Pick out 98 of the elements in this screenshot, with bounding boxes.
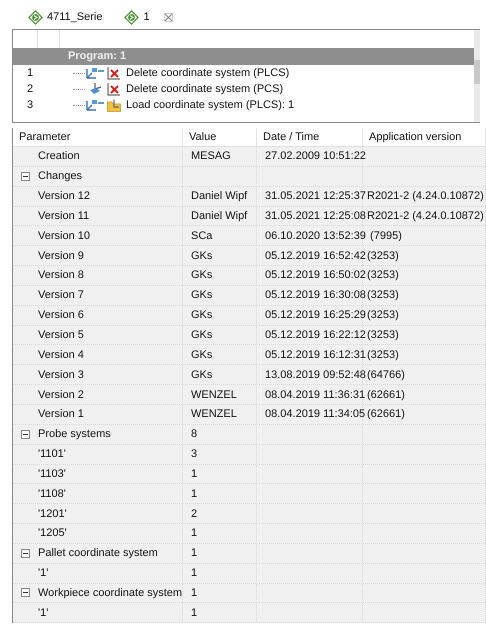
column-header[interactable]: Application version — [363, 128, 486, 146]
delete-axes-icon — [107, 82, 121, 96]
table-cell: 05.12.2019 16:25:29 — [265, 309, 366, 322]
table-cell: (62661) — [367, 408, 405, 420]
pallet-system-icon — [85, 66, 105, 80]
program-step[interactable]: Delete coordinate system (PLCS) — [126, 67, 290, 79]
parameter-name: Version 1 — [38, 408, 84, 420]
parameter-name: Version 8 — [38, 269, 84, 282]
parameter-name: Version 12 — [38, 190, 90, 202]
table-cell: Daniel Wipf — [191, 190, 248, 202]
table-cell: (64766) — [367, 368, 405, 381]
table-cell-text: (7995) — [369, 230, 402, 242]
table-cell: 13.08.2019 09:52:48 — [265, 368, 366, 381]
table-cell: 31.05.2021 12:25:37 — [265, 190, 366, 202]
parameter-name: '1205' — [38, 527, 67, 540]
parameter-name: Changes — [38, 170, 82, 182]
program-step[interactable]: Load coordinate system (PLCS): 1 — [126, 99, 294, 111]
table-cell: 05.12.2019 16:22:12 — [265, 329, 366, 342]
table-cell: SCa — [191, 230, 212, 242]
parameter-name: Version 4 — [38, 348, 84, 361]
delete-axes-icon — [107, 66, 121, 80]
parameter-name: Version 2 — [38, 388, 84, 401]
diamond-arrow-icon — [124, 10, 140, 24]
table-cell: 08.04.2019 11:34:05 — [265, 408, 366, 420]
table-cell: 27.02.2009 10:51:22 — [265, 150, 366, 162]
table-cell: GKs — [191, 329, 212, 342]
table-cell: R2021-2 (4.24.0.10872) — [367, 190, 484, 202]
table-cell: GKs — [191, 269, 212, 282]
table-cell: 8 — [191, 428, 198, 440]
parameter-name: '1' — [38, 606, 48, 619]
table-cell: GKs — [191, 289, 212, 302]
table-cell: 05.12.2019 16:50:02 — [265, 269, 366, 282]
editor-tab[interactable]: 1 — [124, 8, 173, 26]
table-cell: GKs — [191, 309, 212, 322]
table-cell: 1 — [191, 488, 198, 500]
parameter-name: '1201' — [38, 508, 67, 520]
table-cell: (3253) — [367, 250, 399, 262]
parameter-name: '1108' — [38, 488, 66, 500]
scrollbar[interactable] — [474, 30, 480, 122]
table-cell: (3253) — [367, 348, 399, 361]
line-number: 3 — [26, 99, 34, 111]
table-cell: 1 — [191, 606, 198, 619]
collapse-icon[interactable] — [21, 430, 30, 439]
table-cell: 3 — [191, 448, 198, 460]
table-cell: 1 — [191, 547, 198, 560]
collapse-icon[interactable] — [21, 588, 30, 598]
program-step[interactable]: Delete coordinate system (PCS) — [126, 83, 284, 95]
table-cell: R2021-2 (4.24.0.10872) — [367, 210, 484, 222]
table-cell: 05.12.2019 16:52:42 — [265, 250, 366, 262]
collapse-icon[interactable] — [21, 172, 30, 181]
parameter-name: Version 5 — [38, 329, 84, 342]
parameter-name: Probe systems — [38, 428, 111, 440]
table-cell: 31.05.2021 12:25:08 — [265, 210, 366, 222]
table-cell: 08.04.2019 11:36:31 — [265, 388, 366, 401]
table-cell: (3253) — [367, 329, 399, 342]
parameter-name: Workpiece coordinate system — [38, 586, 182, 599]
table-cell: 05.12.2019 16:30:08 — [265, 289, 366, 302]
table-cell: MESAG — [191, 150, 231, 162]
close-icon[interactable] — [164, 12, 173, 22]
line-number: 2 — [26, 83, 34, 95]
table-cell: GKs — [191, 348, 212, 361]
table-cell: 1 — [191, 468, 198, 480]
table-cell: (3253) — [367, 269, 399, 282]
parameter-name: '1101' — [38, 448, 66, 460]
table-cell: 05.12.2019 16:12:31 — [265, 348, 366, 361]
diamond-arrow-icon — [28, 10, 43, 24]
table-cell: (3253) — [367, 309, 399, 322]
parameter-name: Pallet coordinate system — [38, 547, 158, 560]
table-cell: WENZEL — [191, 388, 237, 401]
parameter-name: '1' — [38, 567, 48, 580]
parameter-name: Version 7 — [38, 289, 84, 302]
parameter-name: Version 9 — [38, 250, 84, 262]
column-header[interactable]: Parameter — [13, 128, 183, 146]
table-cell: 1 — [191, 586, 198, 599]
table-cell: GKs — [191, 250, 212, 262]
table-cell: Daniel Wipf — [191, 210, 248, 222]
column-header[interactable]: Value — [183, 128, 257, 146]
column-header[interactable]: Date / Time — [257, 128, 363, 146]
parameter-name: '1103' — [38, 468, 66, 480]
pallet-system-icon — [85, 98, 105, 112]
parameter-name: Version 10 — [38, 230, 90, 242]
line-number: 1 — [26, 67, 34, 79]
folder-icon — [107, 98, 121, 112]
table-cell: 1 — [191, 567, 198, 580]
program-header: Program: 1 — [13, 48, 474, 65]
table-cell: WENZEL — [191, 408, 237, 420]
table-cell: 2 — [191, 508, 198, 520]
table-cell: 06.10.2020 13:52:39 — [265, 230, 366, 242]
table-cell: 1 — [191, 527, 198, 540]
table-cell: GKs — [191, 368, 212, 381]
parameter-name: Version 11 — [38, 210, 90, 222]
table-cell: (62661) — [367, 388, 405, 401]
table-cell: (3253) — [367, 289, 399, 302]
parameter-name: Creation — [38, 150, 80, 162]
editor-tab[interactable]: 4711_Serie — [28, 8, 102, 26]
collapse-icon[interactable] — [21, 548, 30, 558]
parameter-name: Version 6 — [38, 309, 84, 322]
parameter-name: Version 3 — [38, 368, 84, 381]
